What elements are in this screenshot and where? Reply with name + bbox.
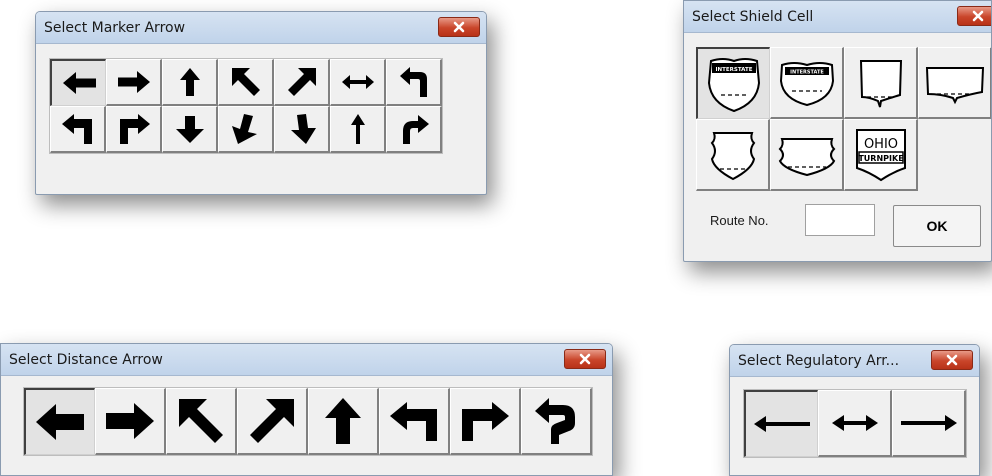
right-turn-bold-arrow-icon <box>119 114 150 144</box>
close-button[interactable] <box>931 350 973 370</box>
close-button[interactable] <box>438 17 480 37</box>
right-turn-bold-arrow-cell[interactable] <box>106 106 162 153</box>
down-left-arrow-cell[interactable] <box>218 106 274 153</box>
close-button[interactable] <box>957 6 991 26</box>
title-bar: Select Regulatory Arr... <box>730 345 979 377</box>
ohio-text: OHIO <box>863 137 897 152</box>
close-icon <box>946 354 958 366</box>
dialog-title: Select Shield Cell <box>692 9 814 25</box>
turn-left-arrow-cell[interactable] <box>379 388 450 455</box>
down-right-arrow-icon <box>290 114 316 144</box>
left-turn-bold-arrow-cell[interactable] <box>50 106 106 153</box>
turn-right-arrow-icon <box>462 402 509 441</box>
up-thin-arrow-icon <box>350 114 365 144</box>
close-button[interactable] <box>564 349 606 369</box>
interstate-wide-shield-cell[interactable]: INTERSTATE <box>770 47 844 119</box>
up-left-arrow-icon <box>231 68 260 96</box>
turnpike-text: TURNPIKE <box>858 154 903 163</box>
close-icon <box>453 21 465 33</box>
ohio-turnpike-shield-cell[interactable]: OHIO TURNPIKE <box>844 119 918 191</box>
dialog-title: Select Distance Arrow <box>9 352 163 368</box>
right-arrow-icon <box>117 71 150 93</box>
left-thin-arrow-cell[interactable] <box>744 390 818 457</box>
up-left-arrow-icon <box>179 399 223 443</box>
turn-right-arrow-cell[interactable] <box>450 388 521 455</box>
curve-right-arrow-cell[interactable] <box>386 106 442 153</box>
title-bar: Select Marker Arrow <box>36 12 486 44</box>
right-arrow-icon <box>106 403 154 439</box>
left-right-thin-arrow-cell[interactable] <box>818 390 892 457</box>
up-arrow-cell[interactable] <box>162 59 218 106</box>
us-route-shield-icon <box>710 131 755 180</box>
down-arrow-cell[interactable] <box>162 106 218 153</box>
left-right-arrow-icon <box>341 75 374 89</box>
up-right-arrow-icon <box>250 399 294 443</box>
up-left-arrow-cell[interactable] <box>218 59 274 106</box>
regulatory-arrow-grid <box>743 389 967 458</box>
up-thin-arrow-cell[interactable] <box>330 106 386 153</box>
up-right-arrow-cell[interactable] <box>274 59 330 106</box>
up-right-arrow-cell[interactable] <box>237 388 308 455</box>
state-wide-shield-icon <box>925 66 984 104</box>
down-arrow-icon <box>175 116 204 143</box>
left-thin-arrow-icon <box>753 416 810 432</box>
right-thin-arrow-icon <box>900 415 957 431</box>
title-bar: Select Distance Arrow <box>1 344 612 376</box>
up-arrow-cell[interactable] <box>308 388 379 455</box>
up-right-arrow-icon <box>287 68 316 96</box>
turn-left-arrow-icon <box>399 67 427 97</box>
state-shield-icon <box>859 59 902 107</box>
left-arrow-cell[interactable] <box>24 388 95 455</box>
interstate-wide-shield-icon: INTERSTATE <box>779 61 834 106</box>
up-arrow-icon <box>325 398 361 444</box>
us-route-shield-cell[interactable] <box>696 119 770 191</box>
ok-button[interactable]: OK <box>893 205 981 247</box>
dialog-title: Select Marker Arrow <box>44 20 186 36</box>
marker-arrow-grid <box>49 58 443 154</box>
interstate-shield-cell[interactable]: INTERSTATE <box>696 47 770 119</box>
left-right-arrow-cell[interactable] <box>330 59 386 106</box>
left-arrow-icon <box>62 72 96 94</box>
up-arrow-icon <box>179 68 200 96</box>
left-arrow-icon <box>36 404 84 440</box>
close-icon <box>972 10 984 22</box>
empty-shield-slot <box>918 119 991 191</box>
ohio-turnpike-shield-icon: OHIO TURNPIKE <box>855 128 906 181</box>
state-wide-shield-cell[interactable] <box>918 47 991 119</box>
down-right-arrow-cell[interactable] <box>274 106 330 153</box>
interstate-text: INTERSTATE <box>715 67 752 73</box>
marker-arrow-dialog: Select Marker Arrow <box>35 11 487 195</box>
regulatory-arrow-dialog: Select Regulatory Arr... <box>729 344 980 476</box>
interstate-text: INTERSTATE <box>790 69 824 75</box>
right-arrow-cell[interactable] <box>95 388 166 455</box>
turn-left-arrow-icon <box>390 402 437 441</box>
dialog-title: Select Regulatory Arr... <box>738 353 900 369</box>
distance-arrow-dialog: Select Distance Arrow <box>0 343 613 476</box>
left-arrow-cell[interactable] <box>50 59 106 106</box>
distance-arrow-grid <box>23 387 593 456</box>
state-shield-cell[interactable] <box>844 47 918 119</box>
shield-cell-dialog: Select Shield Cell INTERSTATE INTERSTATE <box>683 0 992 262</box>
interstate-shield-icon: INTERSTATE <box>707 57 760 112</box>
right-arrow-cell[interactable] <box>106 59 162 106</box>
left-turn-bold-arrow-icon <box>61 114 92 144</box>
route-no-input[interactable] <box>805 204 875 236</box>
left-right-thin-arrow-icon <box>831 415 878 431</box>
up-left-arrow-cell[interactable] <box>166 388 237 455</box>
us-route-wide-shield-icon <box>778 137 835 176</box>
us-route-wide-shield-cell[interactable] <box>770 119 844 191</box>
close-icon <box>579 353 591 365</box>
u-turn-arrow-icon <box>535 398 575 444</box>
route-no-label: Route No. <box>710 213 769 228</box>
curve-right-arrow-icon <box>402 115 429 144</box>
u-turn-arrow-cell[interactable] <box>521 388 592 455</box>
shield-grid: INTERSTATE INTERSTATE OHIO TURNPIKE <box>696 47 991 191</box>
down-left-arrow-icon <box>231 114 257 144</box>
right-thin-arrow-cell[interactable] <box>892 390 966 457</box>
title-bar: Select Shield Cell <box>684 1 991 33</box>
turn-left-arrow-cell[interactable] <box>386 59 442 106</box>
